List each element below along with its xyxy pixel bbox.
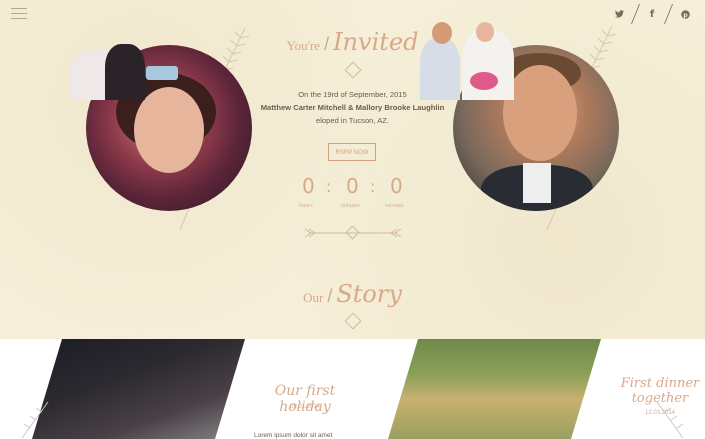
minutes-label: minutes xyxy=(341,203,360,209)
hamburger-icon[interactable] xyxy=(11,8,27,20)
invited-prefix: You're xyxy=(286,38,321,53)
countdown-separator: : xyxy=(370,177,376,196)
holiday-groom xyxy=(105,44,145,100)
facebook-icon[interactable]: f xyxy=(642,5,662,23)
svg-text:p: p xyxy=(683,12,687,18)
dinner-bride-head xyxy=(476,22,494,42)
leaf-ornament-icon xyxy=(656,401,684,439)
story-heading: Our / Story xyxy=(0,280,705,308)
groom-shirt xyxy=(523,163,551,203)
twitter-icon[interactable] xyxy=(609,5,629,23)
story-item-date: 09.01.2014 xyxy=(289,404,321,410)
leaf-ornament-icon xyxy=(21,401,49,439)
countdown-seconds: 0 xyxy=(390,174,403,198)
story-item-title: Our first holiday xyxy=(274,383,336,415)
social-separator xyxy=(630,4,641,24)
story-photo-holiday[interactable] xyxy=(32,339,245,439)
countdown-minutes: 0 xyxy=(346,174,359,198)
invited-script-word: Invited xyxy=(333,28,419,56)
dinner-groom-head xyxy=(432,22,452,44)
countdown-hours: 0 xyxy=(302,174,315,198)
heading-slash: / xyxy=(324,34,330,54)
rsvp-button[interactable]: RSRP NOW xyxy=(328,143,376,161)
social-separator xyxy=(663,4,674,24)
countdown-separator: : xyxy=(326,177,332,196)
story-photo-dinner[interactable] xyxy=(388,339,601,439)
dinner-groom xyxy=(420,38,460,100)
bouquet xyxy=(470,72,498,90)
story-item-excerpt: Lorem ipsum dolor sit amet xyxy=(254,432,333,439)
social-links: f p xyxy=(609,4,695,24)
story-script-word: Story xyxy=(336,280,402,308)
pinterest-glyph: p xyxy=(680,9,690,19)
arrow-divider-icon xyxy=(304,226,402,240)
heading-slash: / xyxy=(327,286,333,306)
hours-label: hours xyxy=(299,203,313,209)
groom-face xyxy=(503,65,577,161)
story-prefix: Our xyxy=(303,290,324,305)
pinterest-icon[interactable]: p xyxy=(675,5,695,23)
holiday-car xyxy=(146,66,178,80)
seconds-label: seconds xyxy=(385,203,404,209)
place-line: eloped in Tucson, AZ. xyxy=(315,116,390,125)
twitter-bird-glyph xyxy=(614,10,624,18)
couple-names: Matthew Carter Mitchell & Mallory Brooke… xyxy=(260,103,445,112)
